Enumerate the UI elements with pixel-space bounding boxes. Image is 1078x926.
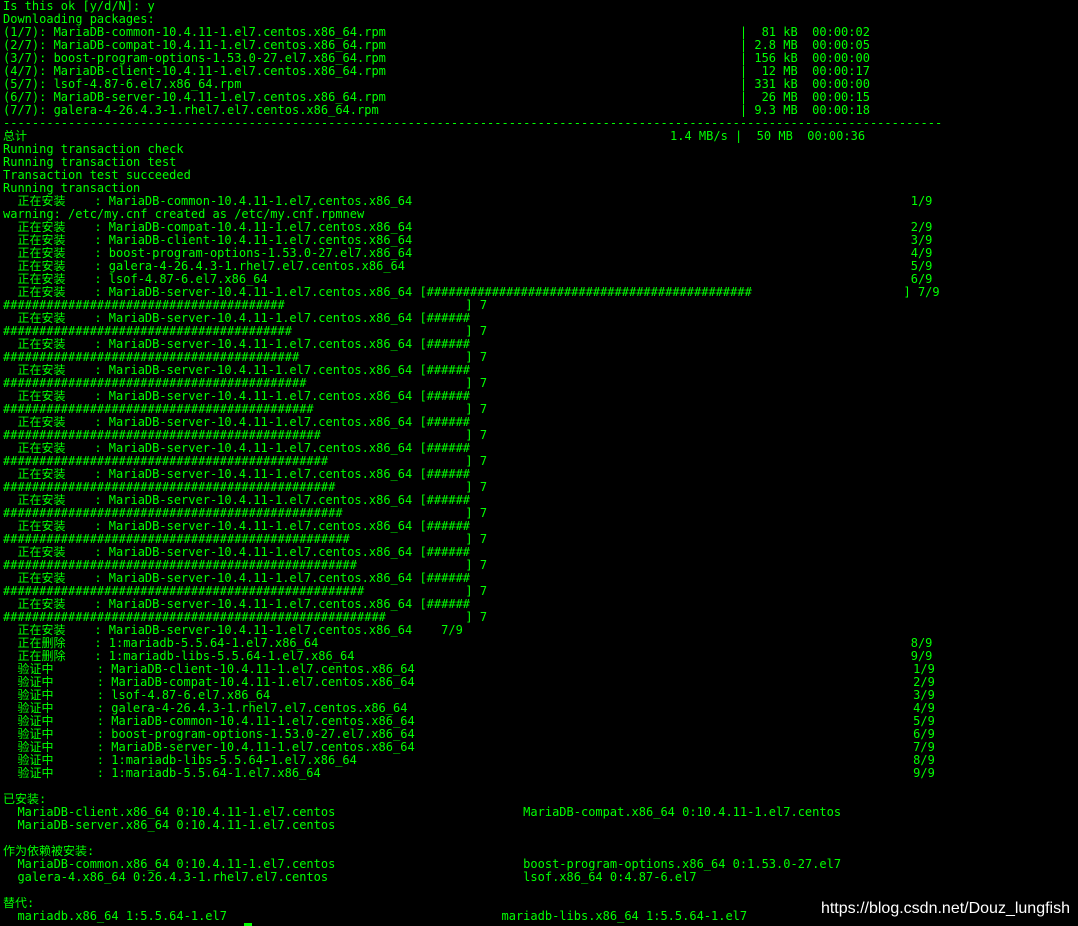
terminal-line: 验证中 : MariaDB-server-10.4.11-1.el7.cento…: [3, 741, 935, 754]
terminal-line: 正在安装 : MariaDB-common-10.4.11-1.el7.cent…: [3, 195, 933, 208]
terminal-line: (5/7): lsof-4.87-6.el7.x86_64.rpm | 331 …: [3, 78, 870, 91]
terminal-line: 验证中 : 1:mariadb-libs-5.5.64-1.el7.x86_64…: [3, 754, 935, 767]
terminal-line: 正在安装 : MariaDB-server-10.4.11-1.el7.cent…: [3, 572, 471, 585]
terminal-line: 已安装:: [3, 793, 47, 806]
terminal-line: (3/7): boost-program-options-1.53.0-27.e…: [3, 52, 870, 65]
terminal-line: MariaDB-common.x86_64 0:10.4.11-1.el7.ce…: [3, 858, 842, 871]
terminal-line: ########################################…: [3, 533, 488, 546]
terminal-line: 验证中 : MariaDB-common-10.4.11-1.el7.cento…: [3, 715, 935, 728]
terminal-line: warning: /etc/my.cnf created as /etc/my.…: [3, 208, 365, 221]
terminal-line: ########################################…: [3, 403, 488, 416]
terminal-line: 验证中 : 1:mariadb-5.5.64-1.el7.x86_64 9/9: [3, 767, 935, 780]
terminal-line: 正在安装 : MariaDB-server-10.4.11-1.el7.cent…: [3, 494, 471, 507]
terminal-line: (1/7): MariaDB-common-10.4.11-1.el7.cent…: [3, 26, 870, 39]
terminal-line: 验证中 : MariaDB-client-10.4.11-1.el7.cento…: [3, 663, 935, 676]
terminal-line: 验证中 : lsof-4.87-6.el7.x86_64 3/9: [3, 689, 935, 702]
terminal-line: 正在安装 : boost-program-options-1.53.0-27.e…: [3, 247, 933, 260]
terminal-line: galera-4.x86_64 0:26.4.3-1.rhel7.el7.cen…: [3, 871, 697, 884]
terminal-line: 正在安装 : MariaDB-server-10.4.11-1.el7.cent…: [3, 338, 471, 351]
terminal-line: 正在安装 : MariaDB-server-10.4.11-1.el7.cent…: [3, 520, 471, 533]
terminal-line: Running transaction: [3, 182, 141, 195]
terminal-output: Is this ok [y/d/N]: y Downloading package…: [0, 0, 1078, 926]
terminal-line: 作为依赖被安装:: [3, 845, 95, 858]
terminal-line: 正在安装 : MariaDB-server-10.4.11-1.el7.cent…: [3, 598, 471, 611]
terminal-line: (4/7): MariaDB-client-10.4.11-1.el7.cent…: [3, 65, 870, 78]
terminal-line: ########################################…: [3, 429, 488, 442]
terminal-line: 正在安装 : MariaDB-server-10.4.11-1.el7.cent…: [3, 546, 471, 559]
terminal-line: ########################################…: [3, 611, 488, 624]
terminal-line: 验证中 : galera-4-26.4.3-1.rhel7.el7.centos…: [3, 702, 935, 715]
terminal-line: 正在安装 : MariaDB-compat-10.4.11-1.el7.cent…: [3, 221, 933, 234]
terminal-line: (2/7): MariaDB-compat-10.4.11-1.el7.cent…: [3, 39, 870, 52]
terminal-line: 正在安装 : MariaDB-server-10.4.11-1.el7.cent…: [3, 390, 471, 403]
terminal-line: ########################################…: [3, 455, 488, 468]
terminal-line: Transaction test succeeded: [3, 169, 191, 182]
terminal-line: ########################################…: [3, 377, 488, 390]
terminal-line: ####################################### …: [3, 299, 488, 312]
watermark-url: https://blog.csdn.net/Douz_lungfish: [820, 900, 1070, 917]
terminal-line: 验证中 : MariaDB-compat-10.4.11-1.el7.cento…: [3, 676, 935, 689]
terminal-line: 正在安装 : MariaDB-server-10.4.11-1.el7.cent…: [3, 364, 471, 377]
terminal-window[interactable]: Is this ok [y/d/N]: y Downloading package…: [0, 0, 1078, 926]
terminal-line: (6/7): MariaDB-server-10.4.11-1.el7.cent…: [3, 91, 870, 104]
terminal-line: 正在安装 : MariaDB-server-10.4.11-1.el7.cent…: [3, 468, 471, 481]
terminal-line: 正在安装 : MariaDB-server-10.4.11-1.el7.cent…: [3, 286, 940, 299]
terminal-line: (7/7): galera-4-26.4.3-1.rhel7.el7.cento…: [3, 104, 870, 117]
terminal-line: MariaDB-client.x86_64 0:10.4.11-1.el7.ce…: [3, 806, 842, 819]
terminal-line: Running transaction test: [3, 156, 177, 169]
terminal-line: Running transaction check: [3, 143, 184, 156]
terminal-line: 正在安装 : galera-4-26.4.3-1.rhel7.el7.cento…: [3, 260, 933, 273]
terminal-line: ########################################…: [3, 351, 488, 364]
terminal-line: 正在删除 : 1:mariadb-5.5.64-1.el7.x86_64 8/9: [3, 637, 933, 650]
terminal-line: 正在安装 : MariaDB-client-10.4.11-1.el7.cent…: [3, 234, 933, 247]
terminal-line: Is this ok [y/d/N]: y: [3, 0, 155, 13]
terminal-line: 正在安装 : MariaDB-server-10.4.11-1.el7.cent…: [3, 624, 463, 637]
terminal-line: ----------------------------------------…: [3, 117, 943, 130]
terminal-line: MariaDB-server.x86_64 0:10.4.11-1.el7.ce…: [3, 819, 336, 832]
terminal-line: ########################################…: [3, 325, 488, 338]
terminal-line: 总计 1.4 MB/s | 50 MB 00:00:36: [3, 130, 866, 143]
terminal-line: ########################################…: [3, 481, 488, 494]
terminal-line: Downloading packages:: [3, 13, 155, 26]
terminal-line: ########################################…: [3, 559, 488, 572]
terminal-line: ########################################…: [3, 507, 488, 520]
terminal-line: 验证中 : boost-program-options-1.53.0-27.el…: [3, 728, 935, 741]
terminal-line: 正在安装 : MariaDB-server-10.4.11-1.el7.cent…: [3, 442, 471, 455]
terminal-line: 正在安装 : MariaDB-server-10.4.11-1.el7.cent…: [3, 416, 471, 429]
terminal-line: 正在删除 : 1:mariadb-libs-5.5.64-1.el7.x86_6…: [3, 650, 933, 663]
terminal-line: 正在安装 : MariaDB-server-10.4.11-1.el7.cent…: [3, 312, 471, 325]
terminal-line: ########################################…: [3, 585, 488, 598]
terminal-line: 正在安装 : lsof-4.87-6.el7.x86_64 6/9: [3, 273, 933, 286]
